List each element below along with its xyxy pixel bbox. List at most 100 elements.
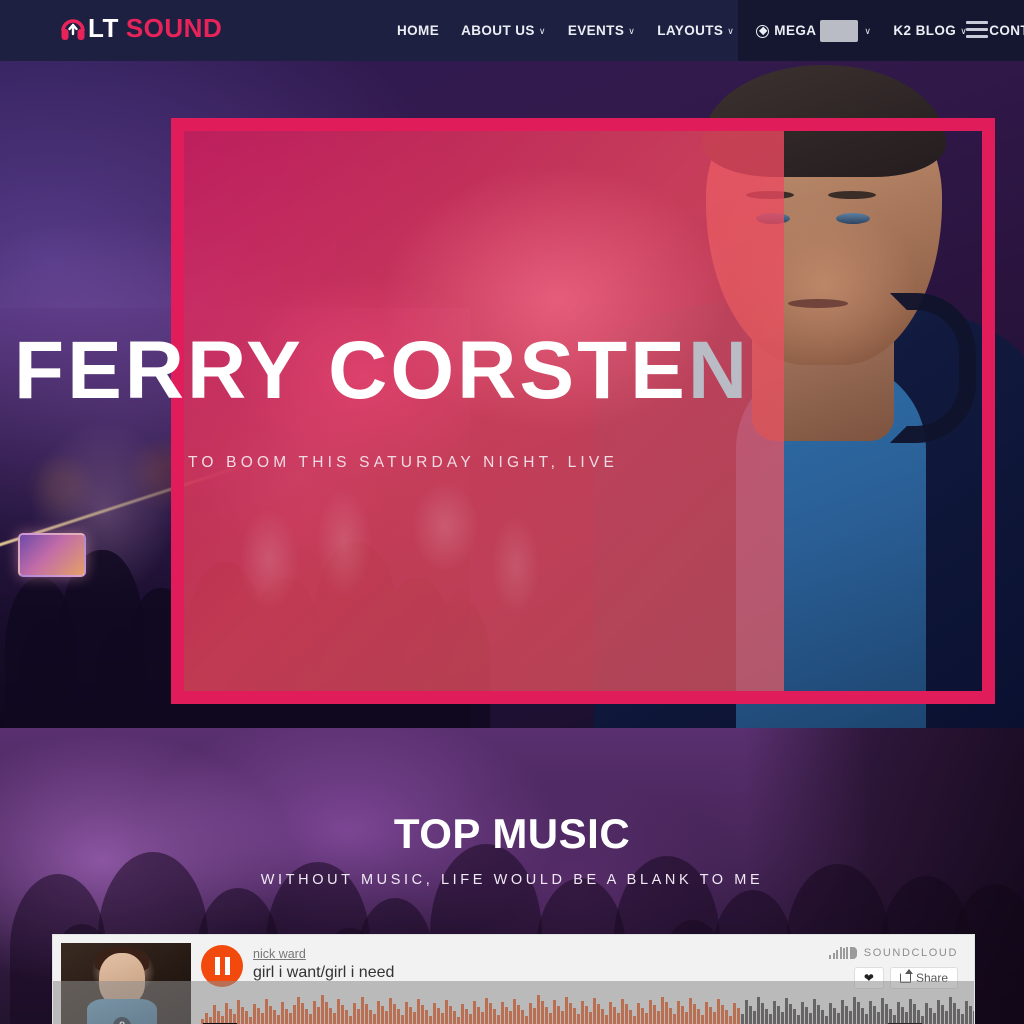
waveform-bar <box>649 1000 652 1024</box>
chevron-down-icon: ∨ <box>628 26 636 36</box>
menu-item-about-us[interactable]: ABOUT US ∨ <box>450 0 557 61</box>
play-pause-button[interactable] <box>201 945 243 987</box>
waveform-bar <box>925 1003 928 1024</box>
headphones-icon <box>60 14 86 42</box>
mega-compass-icon <box>756 25 770 38</box>
waveform-bar <box>241 1007 244 1024</box>
waveform-bar <box>349 1016 352 1024</box>
waveform-bar <box>525 1016 528 1024</box>
waveform-bar <box>885 1004 888 1024</box>
waveform-bar <box>733 1003 736 1024</box>
waveform-bar <box>965 1001 968 1024</box>
waveform-bar <box>853 997 856 1024</box>
waveform-bar <box>357 1009 360 1024</box>
waveform-bar <box>273 1010 276 1024</box>
share-label: Share <box>915 971 948 985</box>
waveform-bar <box>705 1002 708 1024</box>
waveform-bar <box>753 1011 756 1024</box>
waveform-bar <box>521 1010 524 1024</box>
crowd-silhouette <box>20 620 74 728</box>
track-artwork: 8 <box>61 943 191 1024</box>
waveform-bar <box>461 1004 464 1024</box>
hero-banner: FERRY CORSTEN TO BOOM THIS SATURDAY NIGH… <box>0 61 1024 728</box>
waveform-bar <box>517 1005 520 1024</box>
waveform-bar <box>245 1011 248 1024</box>
chevron-down-icon: ∨ <box>727 26 735 36</box>
waveform-bar <box>437 1008 440 1024</box>
waveform-bar <box>929 1008 932 1024</box>
waveform-bar <box>361 997 364 1024</box>
waveform-bar <box>305 1009 308 1024</box>
waveform-bar <box>717 999 720 1024</box>
waveform-bar <box>593 998 596 1024</box>
waveform-bar <box>269 1006 272 1024</box>
waveform-bar <box>493 1009 496 1024</box>
waveform-bar <box>353 1003 356 1024</box>
waveform-bar <box>957 1009 960 1024</box>
waveform-bar <box>865 1014 868 1024</box>
waveform-bar <box>689 998 692 1024</box>
waveform-bar <box>845 1006 848 1024</box>
waveform-bar <box>913 1004 916 1024</box>
waveform-bar <box>445 1000 448 1024</box>
waveform-bar <box>617 1013 620 1024</box>
soundcloud-player[interactable]: 8 nick ward girl i want/girl i need SOUN… <box>52 934 975 1024</box>
waveform-bar <box>321 995 324 1024</box>
waveform-bar <box>281 1002 284 1024</box>
artist-link[interactable]: nick ward <box>253 947 306 961</box>
waveform-bar <box>713 1012 716 1024</box>
waveform-bar <box>653 1005 656 1024</box>
share-button[interactable]: Share <box>889 967 958 989</box>
waveform-bar <box>661 997 664 1024</box>
waveform-bar <box>825 1016 828 1024</box>
waveform-bar <box>485 998 488 1024</box>
hamburger-menu-icon[interactable] <box>966 21 988 38</box>
waveform-bar <box>253 1004 256 1024</box>
menu-item-home[interactable]: HOME <box>386 0 450 61</box>
waveform-bar <box>561 1011 564 1024</box>
waveform-bar <box>289 1013 292 1024</box>
waveform-bar <box>313 1001 316 1024</box>
waveform-bar <box>669 1008 672 1024</box>
waveform-bar <box>741 1014 744 1024</box>
waveform-bar <box>341 1005 344 1024</box>
waveform-bar <box>869 1001 872 1024</box>
hero-title-cut-letter: N <box>687 325 751 416</box>
menu-label: CONTACT <box>989 23 1024 38</box>
menu-item-k2-blog[interactable]: K2 BLOG ∨ <box>882 0 978 61</box>
waveform-scrubber[interactable] <box>201 993 974 1024</box>
waveform-bar <box>261 1013 264 1024</box>
site-logo[interactable]: LT SOUND <box>60 14 222 42</box>
waveform-bar <box>473 1001 476 1024</box>
menu-label: MEGA <box>774 23 817 38</box>
page-root: LT SOUND HOME ABOUT US ∨ EVENTS ∨ LAYOUT… <box>0 0 1024 1024</box>
soundcloud-label: SOUNDCLOUD <box>863 947 958 959</box>
menu-item-layouts[interactable]: LAYOUTS ∨ <box>646 0 745 61</box>
waveform-bar <box>613 1007 616 1024</box>
soundcloud-branding: SOUNDCLOUD <box>829 947 958 959</box>
waveform-bar <box>333 1013 336 1024</box>
menu-item-mega[interactable]: MEGA ∨ <box>745 0 882 61</box>
waveform-bar <box>973 1011 974 1024</box>
waveform-bar <box>633 1016 636 1024</box>
menu-label: HOME <box>397 23 440 38</box>
waveform-bar <box>385 1011 388 1024</box>
hero-title: FERRY CORSTEN <box>14 330 750 412</box>
menu-item-events[interactable]: EVENTS ∨ <box>557 0 646 61</box>
waveform-bar <box>285 1009 288 1024</box>
waveform-bar <box>673 1014 676 1024</box>
waveform-bar <box>373 1014 376 1024</box>
waveform-bar <box>601 1009 604 1024</box>
waveform-bar <box>549 1013 552 1024</box>
waveform-bar <box>597 1004 600 1024</box>
waveform-bar <box>605 1015 608 1024</box>
waveform-bar <box>917 1010 920 1024</box>
like-button[interactable]: ❤ <box>853 967 884 989</box>
track-title: girl i want/girl i need <box>253 964 395 981</box>
waveform-bar <box>777 1006 780 1024</box>
waveform-bar <box>429 1016 432 1024</box>
waveform-bar <box>953 1003 956 1024</box>
waveform-bar <box>225 1003 228 1024</box>
waveform-bar <box>621 999 624 1024</box>
waveform-bar <box>413 1012 416 1024</box>
